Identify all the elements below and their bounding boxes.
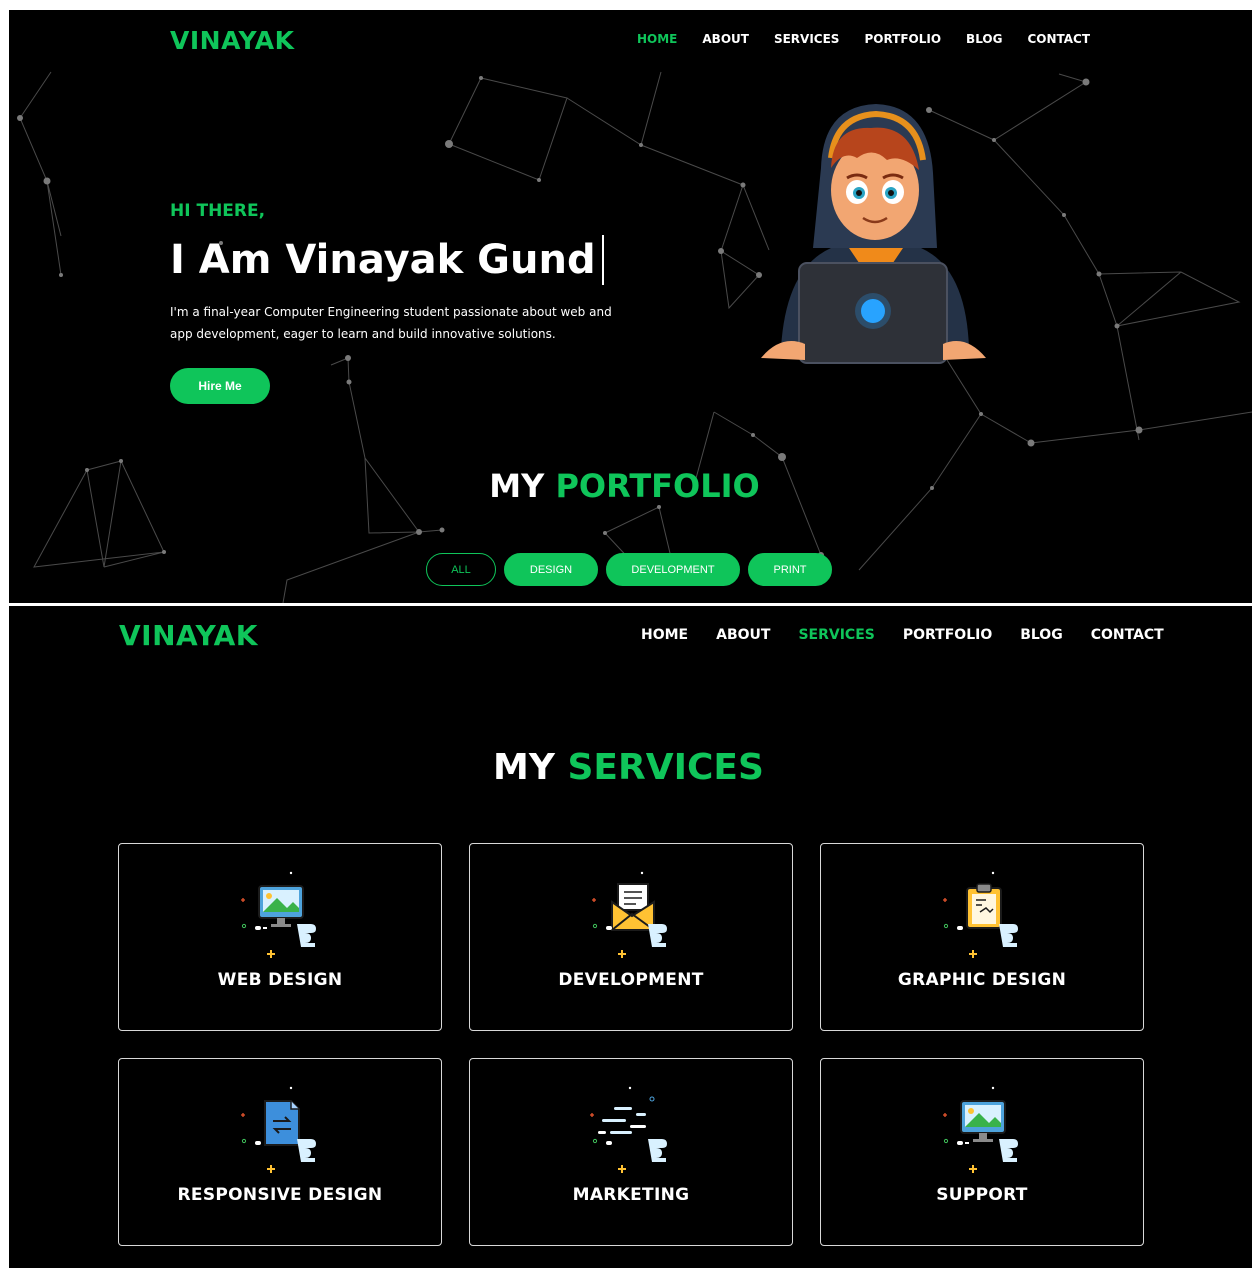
filter-development-button[interactable]: DEVELOPMENT <box>606 553 740 586</box>
nav-portfolio[interactable]: PORTFOLIO <box>903 627 992 643</box>
service-card-responsive-design[interactable]: RESPONSIVE DESIGN <box>118 1058 442 1246</box>
hero-section: VINAYAK HOME ABOUT SERVICES PORTFOLIO BL… <box>9 10 1252 603</box>
service-label: GRAPHIC DESIGN <box>897 970 1067 990</box>
nav-about[interactable]: ABOUT <box>716 627 770 643</box>
service-card-marketing[interactable]: MARKETING <box>469 1058 793 1246</box>
services-section: VINAYAK HOME ABOUT SERVICES PORTFOLIO BL… <box>9 606 1252 1268</box>
nav-blog[interactable]: BLOG <box>966 32 1002 46</box>
service-label: SUPPORT <box>936 1185 1028 1205</box>
nav-services[interactable]: SERVICES <box>798 627 874 643</box>
service-card-web-design[interactable]: WEB DESIGN <box>118 843 442 1031</box>
portfolio-heading: MY PORTFOLIO <box>9 467 1246 505</box>
service-label: RESPONSIVE DESIGN <box>177 1185 383 1205</box>
hero-description: I'm a final-year Computer Engineering st… <box>170 305 612 341</box>
services-heading-accent: SERVICES <box>567 747 764 788</box>
nav-blog[interactable]: BLOG <box>1020 627 1063 643</box>
service-label: WEB DESIGN <box>217 970 343 990</box>
service-label: DEVELOPMENT <box>558 970 704 990</box>
nav-home[interactable]: HOME <box>641 627 688 643</box>
hire-me-button[interactable]: Hire Me <box>170 368 270 404</box>
portfolio-filters: ALL DESIGN DEVELOPMENT PRINT <box>426 553 840 586</box>
site-logo[interactable]: VINAYAK <box>119 619 258 652</box>
file-sync-icon <box>241 1086 316 1173</box>
envelope-icon <box>592 871 667 958</box>
filter-print-button[interactable]: PRINT <box>748 553 832 586</box>
services-heading-plain: MY <box>493 747 555 788</box>
services-heading: MY SERVICES <box>9 747 1250 788</box>
clipboard-icon <box>943 871 1018 958</box>
portfolio-heading-accent: PORTFOLIO <box>555 467 760 505</box>
main-nav: HOME ABOUT SERVICES PORTFOLIO BLOG CONTA… <box>637 32 1115 46</box>
speed-lines-icon <box>590 1086 667 1173</box>
site-logo[interactable]: VINAYAK <box>170 26 294 55</box>
monitor-image-icon <box>943 1086 1018 1173</box>
main-nav: HOME ABOUT SERVICES PORTFOLIO BLOG CONTA… <box>641 627 1192 643</box>
service-card-graphic-design[interactable]: GRAPHIC DESIGN <box>820 843 1144 1031</box>
nav-contact[interactable]: CONTACT <box>1027 32 1090 46</box>
nav-about[interactable]: ABOUT <box>702 32 749 46</box>
nav-contact[interactable]: CONTACT <box>1091 627 1164 643</box>
developer-avatar-illustration <box>761 104 986 364</box>
monitor-image-icon <box>241 871 316 958</box>
service-card-development[interactable]: DEVELOPMENT <box>469 843 793 1031</box>
hero-title: I Am Vinayak Gund <box>170 235 604 285</box>
filter-all-button[interactable]: ALL <box>426 553 496 586</box>
service-label: MARKETING <box>572 1185 690 1205</box>
nav-portfolio[interactable]: PORTFOLIO <box>864 32 941 46</box>
nav-home[interactable]: HOME <box>637 32 677 46</box>
nav-services[interactable]: SERVICES <box>774 32 839 46</box>
filter-design-button[interactable]: DESIGN <box>504 553 598 586</box>
service-card-support[interactable]: SUPPORT <box>820 1058 1144 1246</box>
portfolio-heading-plain: MY <box>489 467 545 505</box>
hero-greeting: HI THERE, <box>170 201 266 221</box>
